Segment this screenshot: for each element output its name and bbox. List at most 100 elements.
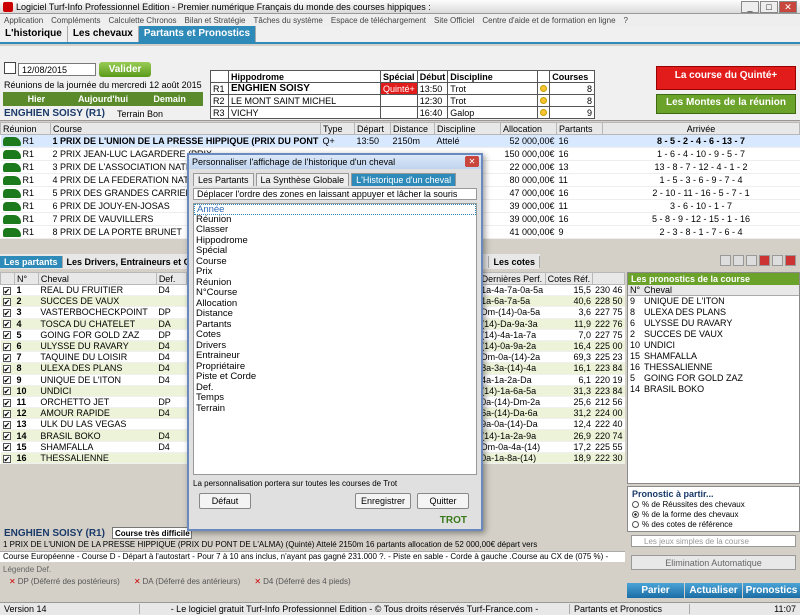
export-icon[interactable] xyxy=(785,255,796,266)
row-checkbox[interactable] xyxy=(2,309,11,318)
valider-button[interactable]: Valider xyxy=(99,62,151,77)
maximize-button[interactable]: □ xyxy=(760,1,778,13)
radio-cotes[interactable] xyxy=(632,520,639,528)
pronostics-button[interactable]: Pronostics xyxy=(743,583,800,598)
tab-historique[interactable]: L'historique xyxy=(0,26,68,42)
demain-button[interactable]: Demain xyxy=(136,92,203,106)
dialog-tab-synthese[interactable]: La Synthèse Globale xyxy=(255,173,350,186)
montes-button[interactable]: Les Montes de la réunion xyxy=(656,94,796,114)
pronostic-row[interactable]: 9 UNIQUE DE L'ITON xyxy=(628,296,799,307)
column-item[interactable]: Entraineur xyxy=(194,350,476,362)
minimize-button[interactable]: _ xyxy=(741,1,759,13)
column-item[interactable]: Hippodrome xyxy=(194,235,476,247)
row-checkbox[interactable] xyxy=(2,432,11,441)
column-item[interactable]: Année xyxy=(194,204,476,215)
calendar-icon[interactable] xyxy=(4,62,16,74)
menu-help[interactable]: ? xyxy=(620,16,632,25)
pronostic-row[interactable]: 10 UNDICI xyxy=(628,340,799,351)
partant-def xyxy=(156,385,187,397)
bottom-buttons: Parier Actualiser Pronostics xyxy=(627,583,800,598)
course-difficulty-button[interactable]: Course très difficile xyxy=(112,527,192,539)
row-checkbox[interactable] xyxy=(2,409,11,418)
column-item[interactable]: Spécial xyxy=(194,245,476,257)
menu-aide[interactable]: Centre d'aide et de formation en ligne xyxy=(478,16,619,25)
help-icon[interactable] xyxy=(772,255,783,266)
row-checkbox[interactable] xyxy=(2,443,11,452)
edit-icon[interactable] xyxy=(733,255,744,266)
hippo-row[interactable]: R3 VICHY 16:40 Galop 9 xyxy=(210,106,595,119)
row-checkbox[interactable] xyxy=(2,398,11,407)
column-item[interactable]: Réunion xyxy=(194,214,476,226)
quitter-button[interactable]: Quitter xyxy=(417,493,469,509)
parier-button[interactable]: Parier xyxy=(627,583,684,598)
close-button[interactable]: ✕ xyxy=(779,1,797,13)
aujourdhui-button[interactable]: Aujourd'hui xyxy=(70,92,137,106)
row-checkbox[interactable] xyxy=(2,365,11,373)
menu-site-officiel[interactable]: Site Officiel xyxy=(430,16,478,25)
row-checkbox[interactable] xyxy=(2,353,11,362)
radio-reussites[interactable] xyxy=(632,500,639,508)
pdf-icon[interactable] xyxy=(759,255,770,266)
jeux-search-input[interactable]: Les jeux simples de la course xyxy=(631,535,796,547)
actualiser-button[interactable]: Actualiser xyxy=(685,583,742,598)
column-order-list[interactable]: Année Réunion Classer Hippodrome Spécial Cour… xyxy=(193,203,477,475)
race-row[interactable]: R1 1 PRIX DE L'UNION DE LA PRESSE HIPPIQ… xyxy=(0,134,800,148)
pronostic-row[interactable]: 8 ULEXA DES PLANS xyxy=(628,307,799,318)
menu-bilan[interactable]: Bilan et Stratégie xyxy=(181,16,250,25)
enregistrer-button[interactable]: Enregistrer xyxy=(355,493,411,509)
row-checkbox[interactable] xyxy=(2,420,11,429)
race-reunion: R1 xyxy=(0,147,51,161)
column-item[interactable]: Def. xyxy=(194,382,476,394)
dialog-close-icon[interactable]: ✕ xyxy=(465,156,479,167)
tab-cotes[interactable]: Les cotes xyxy=(488,255,540,268)
elimination-button[interactable]: Elimination Automatique xyxy=(631,555,796,570)
row-checkbox[interactable] xyxy=(2,331,11,340)
menu-application[interactable]: Application xyxy=(0,16,47,25)
tab-les-partants[interactable]: Les partants xyxy=(0,255,63,268)
quinte-button[interactable]: La course du Quinté+ xyxy=(656,66,796,90)
dialog-tab-historique[interactable]: L'Historique d'un cheval xyxy=(351,173,457,186)
row-checkbox[interactable] xyxy=(2,320,11,329)
column-item[interactable]: Temps xyxy=(194,392,476,404)
column-item[interactable]: Terrain xyxy=(194,403,476,415)
pronostic-row[interactable]: 15 SHAMFALLA xyxy=(628,351,799,362)
hippo-row[interactable]: R2 LE MONT SAINT MICHEL 12:30 Trot 8 xyxy=(210,94,595,107)
radio-forme[interactable] xyxy=(632,510,639,518)
note-icon[interactable] xyxy=(746,255,757,266)
column-item[interactable]: Partants xyxy=(194,319,476,331)
row-checkbox[interactable] xyxy=(2,387,11,396)
column-item[interactable]: Classer xyxy=(194,224,476,236)
row-checkbox[interactable] xyxy=(2,342,11,351)
date-field[interactable]: 12/08/2015 xyxy=(18,63,96,76)
menu-taches[interactable]: Tâches du système xyxy=(249,16,326,25)
column-item[interactable]: Allocation xyxy=(194,298,476,310)
menu-telechargement[interactable]: Espace de téléchargement xyxy=(327,16,430,25)
row-checkbox[interactable] xyxy=(2,297,11,306)
column-item[interactable]: Piste et Corde xyxy=(194,371,476,383)
row-checkbox[interactable] xyxy=(2,286,11,295)
dialog-tab-partants[interactable]: Les Partants xyxy=(193,173,254,186)
pronostic-row[interactable]: 6 ULYSSE DU RAVARY xyxy=(628,318,799,329)
pronostic-row[interactable]: 16 THESSALIENNE xyxy=(628,362,799,373)
row-checkbox[interactable] xyxy=(2,376,11,385)
pronostic-row[interactable]: 5 GOING FOR GOLD ZAZ xyxy=(628,373,799,384)
partant-cote: 16,1 xyxy=(545,362,593,375)
menu-calculette[interactable]: Calculette Chronos xyxy=(105,16,181,25)
print-icon[interactable] xyxy=(720,255,731,266)
pronostic-num: 14 xyxy=(630,384,641,394)
race-part: 16 xyxy=(556,186,603,200)
hippo-row[interactable]: R1 ENGHIEN SOISY Quinté+ 13:50 Trot 8 xyxy=(210,82,595,95)
column-item[interactable]: N°Course xyxy=(194,287,476,299)
column-item[interactable]: Course xyxy=(194,256,476,268)
pronostic-row[interactable]: 2 SUCCES DE VAUX xyxy=(628,329,799,340)
column-item[interactable]: Distance xyxy=(194,308,476,320)
pronostic-row[interactable]: 14 BRASIL BOKO xyxy=(628,384,799,395)
row-checkbox[interactable] xyxy=(2,454,11,463)
tab-partants-pronostics[interactable]: Partants et Pronostics xyxy=(138,26,257,42)
menu-complements[interactable]: Compléments xyxy=(47,16,104,25)
column-item[interactable]: Cotes xyxy=(194,329,476,341)
column-item[interactable]: Prix xyxy=(194,266,476,278)
tab-chevaux[interactable]: Les chevaux xyxy=(68,26,139,42)
defaut-button[interactable]: Défaut xyxy=(199,493,251,509)
hier-button[interactable]: Hier xyxy=(3,92,70,106)
